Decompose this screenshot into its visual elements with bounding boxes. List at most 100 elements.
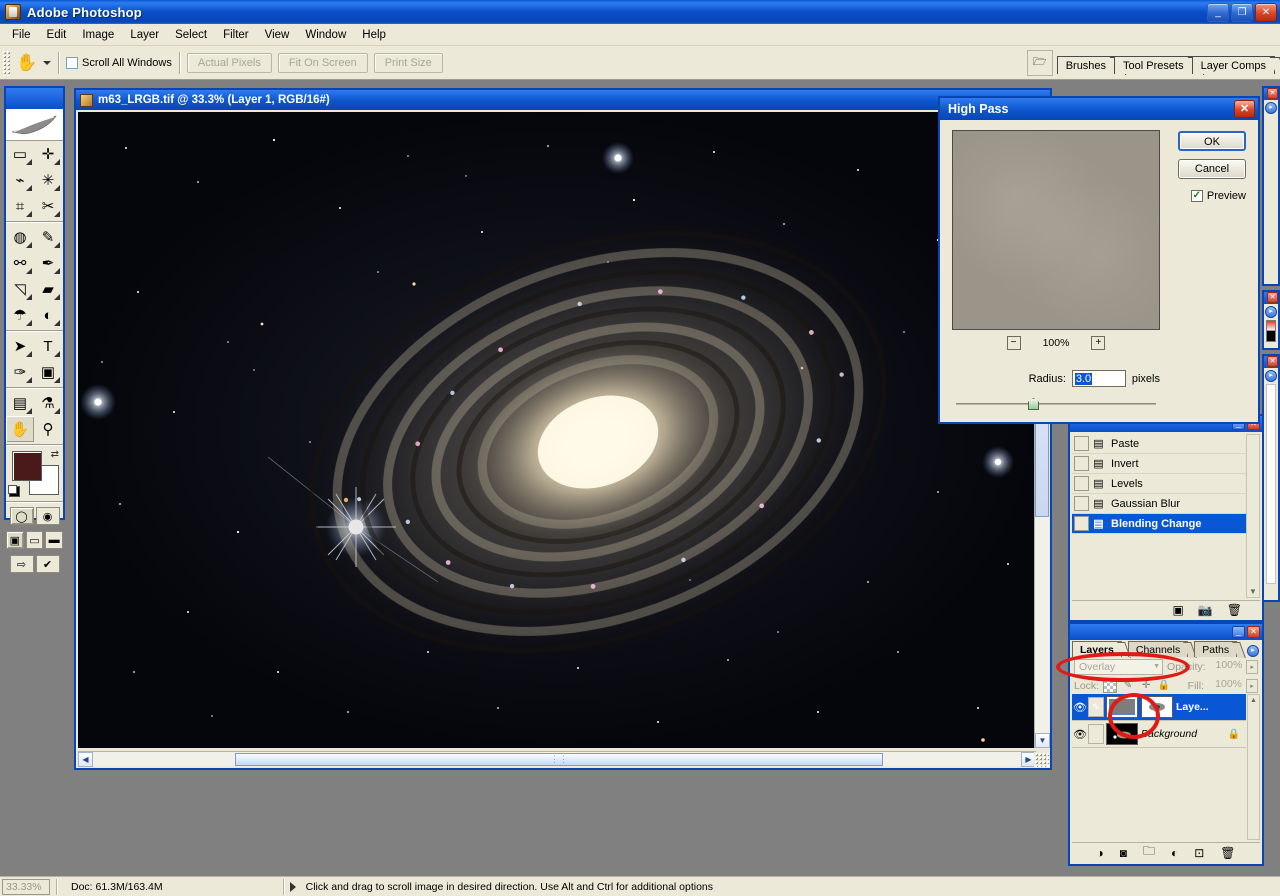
dock-titlebar-2[interactable]: ✕ [1264, 292, 1278, 304]
blend-mode-select[interactable]: Overlay ▼ [1074, 659, 1163, 675]
jump-to-imageready-icon[interactable]: ⇨ [10, 555, 34, 573]
layer-row[interactable]: 👁 Background 🔒 [1072, 721, 1246, 748]
history-snapshot-checkbox[interactable] [1074, 436, 1089, 451]
toolbox-titlebar[interactable] [6, 88, 63, 109]
canvas-horizontal-scrollbar[interactable]: ◀ ⋮⋮ ▶ [78, 751, 1036, 766]
hand-tool-icon[interactable]: ✋ [13, 50, 41, 76]
move-tool[interactable]: ✛ [34, 141, 62, 167]
layer-mask-thumbnail[interactable] [1141, 696, 1173, 718]
history-snapshot-checkbox[interactable] [1074, 516, 1089, 531]
crop-tool[interactable]: ⌗ [6, 193, 34, 219]
dodge-tool[interactable]: ◐ [34, 302, 62, 328]
layer-style-icon[interactable]: ◑ [1096, 846, 1103, 860]
opacity-value[interactable]: 100% [1210, 659, 1243, 674]
options-bar-grip[interactable] [2, 50, 10, 76]
close-button[interactable]: ✕ [1255, 3, 1277, 22]
dock-titlebar-3[interactable]: ✕ [1264, 356, 1278, 368]
delete-layer-icon[interactable]: 🗑 [1220, 846, 1235, 860]
eye-icon[interactable]: 👁 [1072, 699, 1088, 715]
menu-window[interactable]: Window [297, 27, 354, 43]
eraser-tool[interactable]: ◹ [6, 276, 34, 302]
lock-transparency-icon[interactable] [1103, 679, 1117, 693]
history-item[interactable]: ▤ Gaussian Blur [1072, 494, 1248, 514]
zoom-tool[interactable]: ⚲ [34, 416, 62, 442]
ok-button[interactable]: OK [1178, 131, 1246, 151]
tab-layer-comps[interactable]: Layer Comps [1192, 56, 1275, 74]
tab-channels[interactable]: Channels [1128, 641, 1188, 657]
filter-preview[interactable] [952, 130, 1160, 330]
fill-chevron-icon[interactable]: ▸ [1246, 679, 1258, 693]
palette-menu-icon[interactable]: ▸ [1265, 306, 1277, 318]
scroll-left-arrow-icon[interactable]: ◀ [78, 752, 93, 767]
palette-menu-icon[interactable]: ▸ [1265, 102, 1277, 114]
foreground-color-swatch[interactable] [12, 451, 42, 481]
quick-mask-mode-icon[interactable]: ◉ [36, 507, 60, 525]
new-snapshot-icon[interactable]: 📷 [1198, 603, 1213, 617]
rectangular-marquee-tool[interactable]: ▭ [6, 141, 34, 167]
eye-icon[interactable]: 👁 [1072, 726, 1088, 742]
palette-menu-icon[interactable]: ▸ [1247, 645, 1259, 657]
lasso-tool[interactable]: ⌁ [6, 167, 34, 193]
print-size-button[interactable]: Print Size [374, 53, 443, 73]
rectangle-tool[interactable]: ▣ [34, 359, 62, 385]
history-item[interactable]: ▤ Levels [1072, 474, 1248, 494]
history-item[interactable]: ▤ Invert [1072, 454, 1248, 474]
tab-paths[interactable]: Paths [1194, 641, 1237, 657]
history-item[interactable]: ▤ Paste [1072, 434, 1248, 454]
new-group-icon[interactable]: 🗀 [1143, 842, 1155, 863]
menu-edit[interactable]: Edit [39, 27, 75, 43]
zoom-out-button[interactable]: − [1007, 336, 1021, 350]
checkbox-checked-icon[interactable]: ✓ [1191, 190, 1203, 202]
file-browser-icon[interactable]: 🗁 [1027, 50, 1053, 76]
dock-body[interactable] [1266, 384, 1276, 584]
color-ramp[interactable] [1266, 320, 1276, 342]
restore-button[interactable]: ❐ [1231, 3, 1253, 22]
history-snapshot-checkbox[interactable] [1074, 496, 1089, 511]
zoom-level-field[interactable]: 33.33% [2, 879, 50, 895]
checkbox-box[interactable] [66, 57, 78, 69]
layer-thumbnail[interactable] [1106, 696, 1138, 718]
jump-to-check-icon[interactable]: ✔ [36, 555, 60, 573]
menu-view[interactable]: View [257, 27, 298, 43]
layer-mask-icon[interactable]: ◙ [1120, 846, 1127, 860]
image-canvas[interactable] [78, 112, 1036, 748]
clone-stamp-tool[interactable]: ⚯ [6, 250, 34, 276]
type-tool[interactable]: T [34, 333, 62, 359]
radius-slider[interactable] [956, 398, 1156, 410]
standard-mode-icon[interactable]: ◯ [10, 507, 34, 525]
delete-state-icon[interactable]: 🗑 [1227, 603, 1242, 617]
default-colors-icon[interactable] [9, 486, 20, 497]
notes-tool[interactable]: ▤ [6, 390, 34, 416]
preview-checkbox[interactable]: ✓ Preview [1191, 190, 1246, 202]
chevron-down-icon[interactable]: ▼ [1153, 663, 1160, 670]
gradient-tool[interactable]: ▰ [34, 276, 62, 302]
close-icon[interactable]: ✕ [1247, 626, 1260, 638]
dialog-close-icon[interactable]: ✕ [1234, 100, 1255, 118]
tab-tool-presets[interactable]: Tool Presets [1114, 56, 1193, 74]
history-scrollbar[interactable]: ▼ [1246, 434, 1260, 598]
scroll-down-arrow-icon[interactable]: ▼ [1035, 733, 1050, 748]
fit-on-screen-button[interactable]: Fit On Screen [278, 53, 368, 73]
hand-tool[interactable]: ✋ [6, 416, 34, 442]
eyedropper-tool[interactable]: ⚗ [34, 390, 62, 416]
full-screen-menubar-mode-icon[interactable]: ▭ [26, 531, 44, 549]
palette-menu-icon[interactable]: ▸ [1265, 370, 1277, 382]
tab-brushes[interactable]: Brushes [1057, 56, 1115, 74]
lock-image-icon[interactable]: ✎ [1121, 679, 1135, 693]
scroll-all-windows-checkbox[interactable]: Scroll All Windows [66, 57, 172, 69]
horizontal-scroll-thumb[interactable]: ⋮⋮ [235, 753, 883, 766]
scroll-down-arrow-icon[interactable]: ▼ [1247, 585, 1259, 597]
menu-help[interactable]: Help [354, 27, 394, 43]
close-icon[interactable]: ✕ [1267, 88, 1278, 99]
close-icon[interactable]: ✕ [1267, 356, 1278, 367]
scroll-up-arrow-icon[interactable]: ▲ [1248, 695, 1259, 706]
menu-layer[interactable]: Layer [122, 27, 167, 43]
path-selection-tool[interactable]: ➤ [6, 333, 34, 359]
layer-thumbnail[interactable] [1106, 723, 1138, 745]
history-item-selected[interactable]: ▤ Blending Change [1072, 514, 1248, 534]
blur-tool[interactable]: ☂ [6, 302, 34, 328]
standard-screen-mode-icon[interactable]: ▣ [6, 531, 24, 549]
layers-palette-titlebar[interactable]: _ ✕ [1070, 624, 1262, 640]
full-screen-mode-icon[interactable]: ▬ [45, 531, 63, 549]
link-layer-icon[interactable]: ✎ [1088, 697, 1104, 717]
